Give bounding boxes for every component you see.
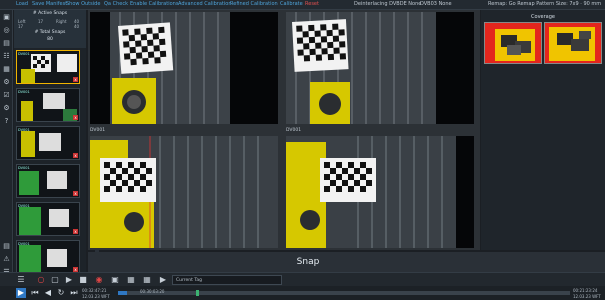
thumbnail-label: DV001 xyxy=(18,52,30,56)
menu-advanced-calibration[interactable]: Advanced Calibration xyxy=(178,1,232,8)
coverage-map-left xyxy=(484,22,542,64)
snap-button-label: Snap xyxy=(296,257,320,267)
play-icon[interactable]: ▶ xyxy=(64,275,74,285)
left-active-value: 17 xyxy=(38,19,44,24)
playback-timeline: ▶ ⏮ ◀ ↻ ⏭ 00:32:47:21 12.03.23 WFT 00:30… xyxy=(0,286,605,300)
checkbox-icon[interactable]: ☑ xyxy=(2,91,11,100)
timeline-marker[interactable] xyxy=(196,290,199,296)
record-icon[interactable]: ○ xyxy=(36,275,46,285)
start-time: 00:32:47:21 xyxy=(82,288,107,293)
thumbnail-label: DV001 xyxy=(18,242,30,246)
device-selector-2[interactable]: DVB03 None xyxy=(420,1,452,8)
thumbnail-label: DV001 xyxy=(18,204,30,208)
record-stop-icon[interactable]: ◉ xyxy=(94,275,104,285)
remap-settings[interactable]: Remap: Go Remap Pattern Size: 7x9 · 90 m… xyxy=(488,1,601,8)
camera-image xyxy=(286,136,474,248)
menu-load[interactable]: Load xyxy=(16,1,28,8)
coverage-title: Coverage xyxy=(531,14,555,20)
total-snaps-value: 80 xyxy=(47,37,53,42)
help-icon[interactable]: ? xyxy=(2,117,11,126)
left-total-value: 17 xyxy=(18,24,24,29)
layout-icon[interactable]: ▤ xyxy=(2,242,11,251)
left-toolbar: ▣ ◎ ▤ ☷ ▦ ⚙ ☑ ⚙ ? ▤ ⚠ ☰ xyxy=(0,10,13,300)
snap-thumbnail[interactable]: DV001 x xyxy=(16,126,80,160)
grid-icon[interactable]: ▦ xyxy=(2,65,11,74)
camera-view-bottom-left[interactable] xyxy=(90,136,278,248)
camera-label-bottom-right: DV001 xyxy=(286,128,302,133)
snap-thumbnail[interactable]: DV001 x xyxy=(16,240,80,274)
warning-icon[interactable]: ⚠ xyxy=(2,255,11,264)
camera-image xyxy=(286,12,474,124)
menu-enable-calibrations[interactable]: Enable Calibrations xyxy=(130,1,178,8)
coverage-map-right xyxy=(544,22,602,64)
coverage-heatmap xyxy=(545,23,601,63)
snap-thumbnail[interactable]: DV001 x xyxy=(16,50,80,84)
menu-save-manifest[interactable]: Save Manifest xyxy=(32,1,67,8)
settings-icon[interactable]: ☷ xyxy=(2,52,11,61)
snap-panel: # Active Snaps Left 17 Right 40 17 40 # … xyxy=(14,10,99,280)
snap-thumbnail[interactable]: DV001 x xyxy=(16,164,80,198)
delete-snap-icon[interactable]: x xyxy=(73,153,78,158)
menu-refined-calibration[interactable]: Refined Calibration xyxy=(230,1,278,8)
camera-view-top-left[interactable] xyxy=(90,12,278,124)
bookmark-icon[interactable]: ▶ xyxy=(158,275,168,285)
current-tag-input[interactable]: Current Tag xyxy=(172,275,282,285)
snap-stats: # Active Snaps Left 17 Right 40 17 40 # … xyxy=(14,10,86,48)
stop-square-icon[interactable]: ■ xyxy=(78,275,88,285)
folder-icon[interactable]: ▤ xyxy=(2,39,11,48)
step-back-icon[interactable]: ◀ xyxy=(43,288,53,298)
current-time: 00:30:03:20 xyxy=(140,289,165,294)
menu-show-outside[interactable]: Show Outside xyxy=(66,1,100,8)
snapshot-icon[interactable]: ◎ xyxy=(2,26,11,35)
camera-image xyxy=(90,12,278,124)
thumbnail-label: DV001 xyxy=(18,128,30,132)
image-icon[interactable]: ▦ xyxy=(142,275,152,285)
thumbnail-label: DV001 xyxy=(18,166,30,170)
timeline-progress xyxy=(118,291,128,295)
end-date: 12.03.23 WFT xyxy=(573,294,601,299)
stop-icon[interactable]: ▢ xyxy=(50,275,60,285)
total-snaps-label: # Total Snaps xyxy=(34,30,66,35)
device-selector[interactable]: Deinterlacing DVBDE None xyxy=(354,1,421,8)
thumbnail-label: DV001 xyxy=(18,90,30,94)
capture-toolbar: ☰ ○ ▢ ▶ ■ ◉ ▣ ▦ ▦ ▶ Current Tag xyxy=(0,272,605,286)
camera-view-top-right[interactable] xyxy=(286,12,474,124)
coverage-panel: Coverage xyxy=(481,10,605,250)
equalizer-icon[interactable]: ☰ xyxy=(16,275,26,285)
camera-label-bottom-left: DV001 xyxy=(90,128,106,133)
video-icon[interactable]: ▣ xyxy=(2,13,11,22)
gear-icon[interactable]: ⚙ xyxy=(2,104,11,113)
camera-icon[interactable]: ▣ xyxy=(110,275,120,285)
active-snaps-label: # Active Snaps xyxy=(32,11,68,16)
right-label: Right xyxy=(56,19,67,24)
delete-snap-icon[interactable]: x xyxy=(73,77,78,82)
menu-qa-check[interactable]: Qa Check xyxy=(104,1,128,8)
delete-snap-icon[interactable]: x xyxy=(73,191,78,196)
timeline-track[interactable] xyxy=(118,290,570,296)
menu-calibrate[interactable]: Calibrate xyxy=(280,1,303,8)
right-total-value: 40 xyxy=(74,24,80,29)
gallery-icon[interactable]: ▦ xyxy=(126,275,136,285)
skip-back-icon[interactable]: ⏮ xyxy=(30,288,40,298)
delete-snap-icon[interactable]: x xyxy=(73,229,78,234)
coverage-heatmap xyxy=(485,23,541,63)
play-button[interactable]: ▶ xyxy=(16,288,26,298)
camera-views: DV001 DV001 xyxy=(88,10,480,250)
start-date: 12.03.23 WFT xyxy=(82,294,110,299)
snap-button[interactable]: Snap xyxy=(88,252,605,274)
calibrate-icon[interactable]: ⚙ xyxy=(2,78,11,87)
snap-thumbnail[interactable]: DV001 x xyxy=(16,88,80,122)
menu-bar: Load Save Manifest Show Outside Qa Check… xyxy=(0,0,605,10)
delete-snap-icon[interactable]: x xyxy=(73,115,78,120)
loop-icon[interactable]: ↻ xyxy=(56,288,66,298)
skip-forward-icon[interactable]: ⏭ xyxy=(69,288,79,298)
snap-thumbnail[interactable]: DV001 x xyxy=(16,202,80,236)
camera-image xyxy=(90,136,278,248)
camera-view-bottom-right[interactable] xyxy=(286,136,474,248)
end-time: 00:21:23:24 xyxy=(573,288,598,293)
menu-reset[interactable]: Reset xyxy=(305,1,319,8)
